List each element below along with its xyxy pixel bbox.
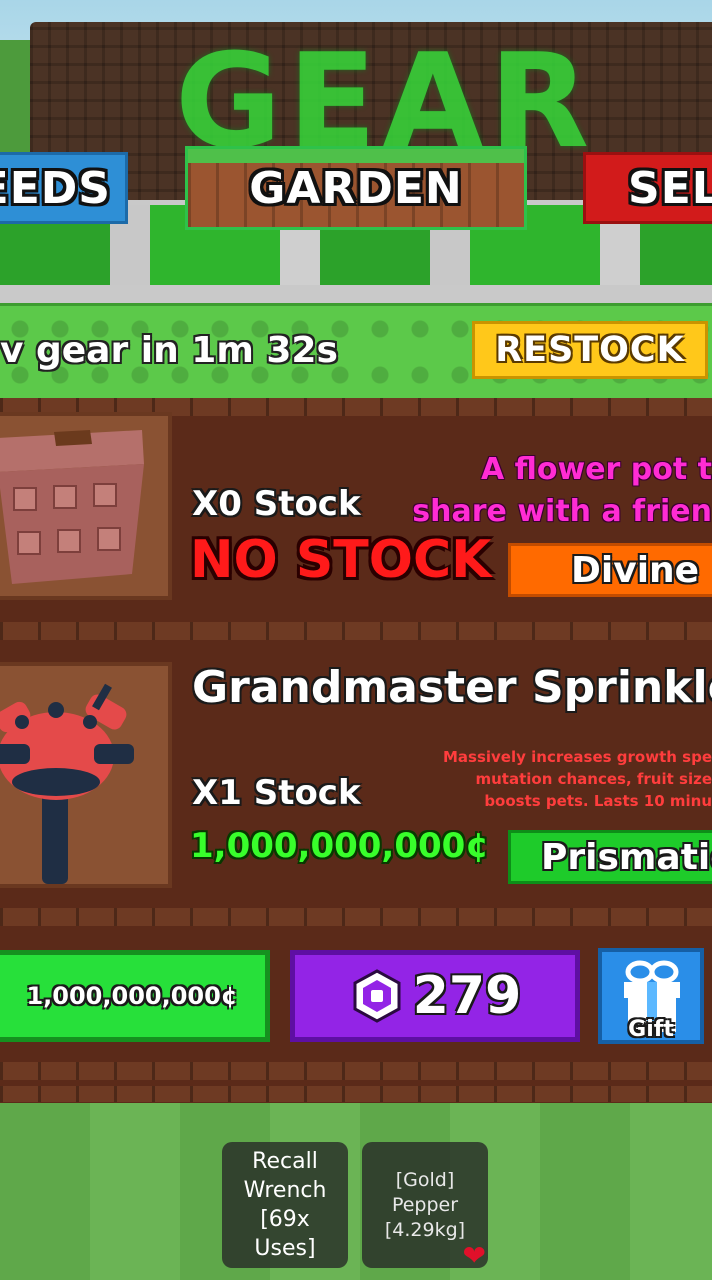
tab-garden[interactable]: GARDEN (185, 146, 527, 230)
no-stock-label: NO STOCK (190, 530, 492, 590)
favorite-heart-icon: ❤ (462, 1239, 486, 1272)
rarity-badge-prismatic: Prismatic (508, 830, 712, 884)
item-price: 1,000,000,000¢ (190, 826, 489, 866)
hotbar-slot-label-line: Recall (252, 1149, 318, 1174)
item-divider-plank (0, 622, 712, 640)
hotbar-slot-label-line: Uses] (254, 1236, 316, 1261)
restock-button[interactable]: RESTOCK (472, 321, 708, 379)
tab-seeds[interactable]: EEDS (0, 152, 128, 224)
item-stock: X1 Stock (192, 773, 361, 813)
panel-bottom-plank (0, 1062, 712, 1080)
item-name: Grandmaster Sprinkle (192, 662, 712, 713)
restock-timer: v gear in 1m 32s (0, 330, 338, 371)
hotbar-slot-label-line: [Gold] (395, 1168, 455, 1191)
item-image-friendship-pot (0, 412, 172, 600)
gift-button[interactable]: Gift (598, 948, 704, 1044)
rarity-badge-divine: Divine (508, 543, 712, 597)
hotbar-slot-label-line: Pepper (391, 1193, 459, 1216)
item-description-line: boosts pets. Lasts 10 minu (484, 792, 712, 810)
robux-icon (353, 969, 401, 1023)
item-image-grandmaster-sprinkler (0, 662, 172, 888)
hotbar-slot-recall-wrench[interactable]: Recall Wrench [69x Uses] (222, 1142, 348, 1268)
sprinkler-icon (0, 666, 168, 884)
robux-price-label: 279 (412, 966, 522, 1026)
buy-with-cash-button[interactable]: 1,000,000,000¢ (0, 950, 270, 1042)
hotbar-slot-label-line: Wrench (243, 1178, 327, 1203)
hotbar-slot-label-line: [4.29kg] (384, 1218, 466, 1241)
gift-label: Gift (628, 1017, 674, 1042)
buy-with-robux-button[interactable]: 279 (290, 950, 580, 1042)
item-description-line: mutation chances, fruit size (475, 770, 712, 788)
tab-sell[interactable]: SEL (583, 152, 712, 224)
panel-bottom-plank (0, 1086, 712, 1102)
hotbar-slot-gold-pepper[interactable]: [Gold] Pepper [4.29kg] ❤ (362, 1142, 488, 1272)
item-description-line: A flower pot t (480, 452, 712, 487)
item-divider-plank (0, 908, 712, 926)
item-description-line: Massively increases growth spe (442, 748, 712, 766)
item-stock: X0 Stock (192, 484, 361, 524)
hotbar-slot-label-line: [69x (260, 1207, 310, 1232)
ground-grass (0, 1100, 712, 1280)
item-description-line: share with a frien (412, 494, 712, 529)
cash-price-label: 1,000,000,000¢ (26, 982, 238, 1010)
pot-icon (0, 416, 168, 596)
